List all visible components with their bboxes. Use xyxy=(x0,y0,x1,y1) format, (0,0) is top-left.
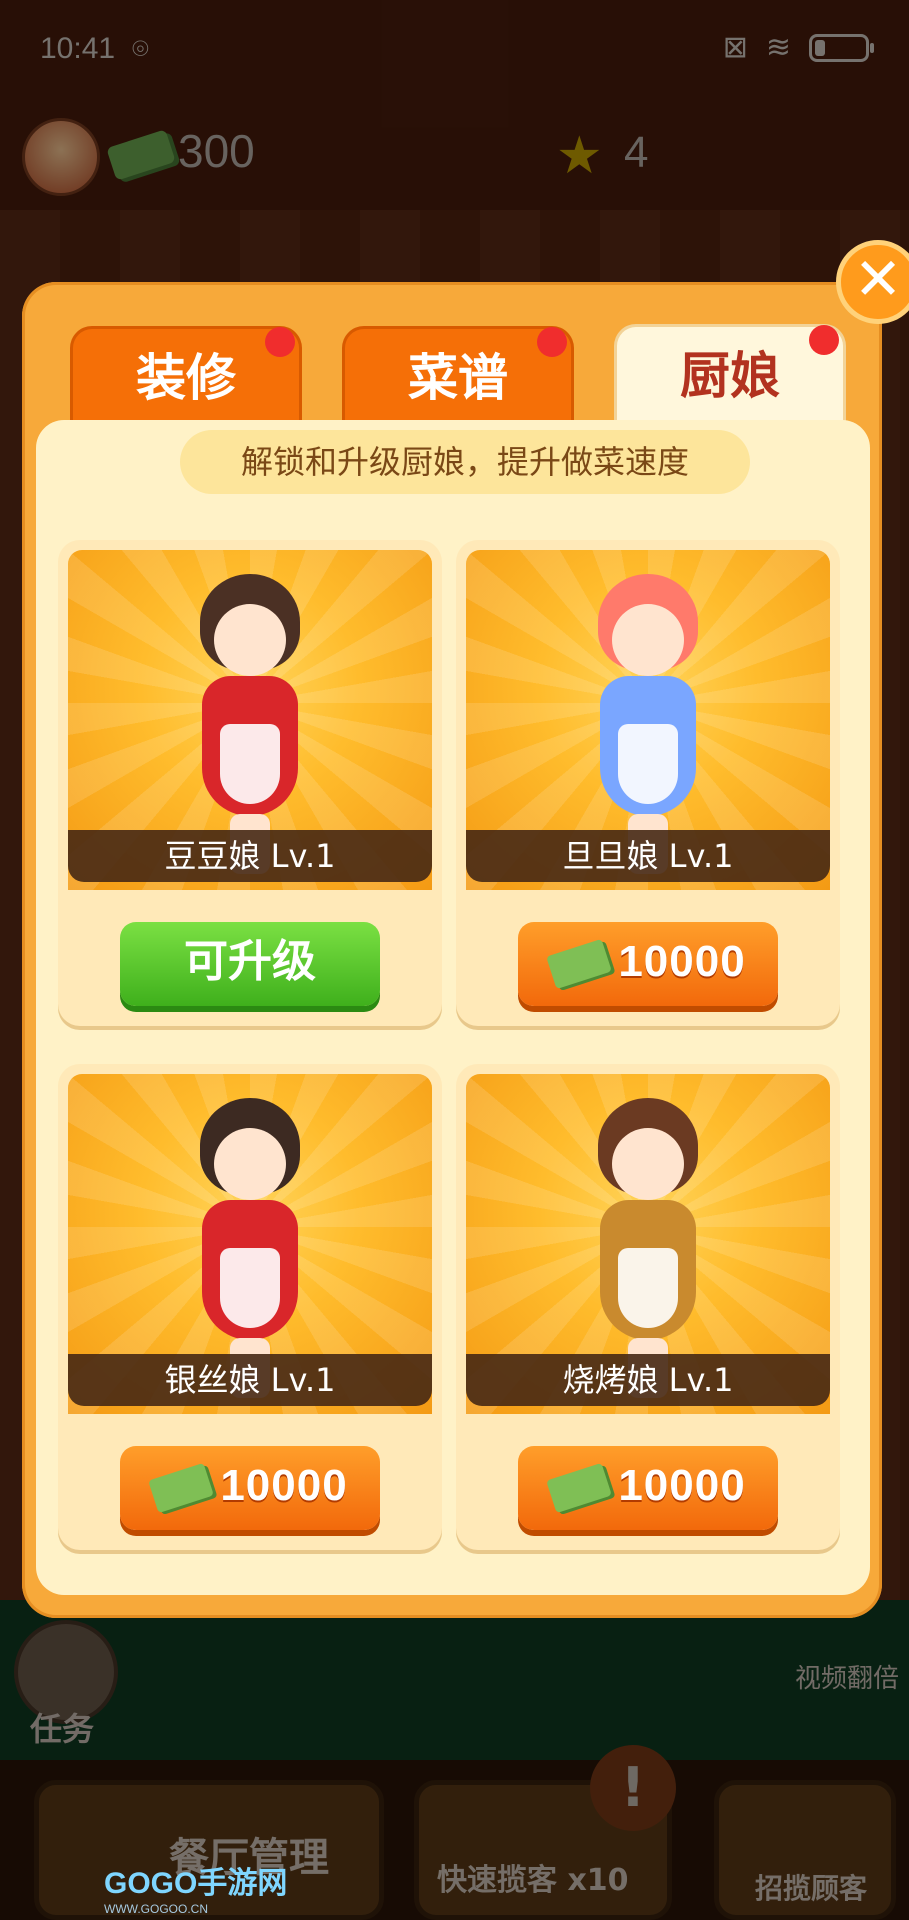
tab-decoration[interactable]: 装修 xyxy=(70,326,302,429)
watermark: GOGO手游网 WWW.GOGOO.CN xyxy=(104,1858,287,1916)
watermark-brand: GOGO手游网 xyxy=(104,1867,288,1900)
notification-dot xyxy=(809,325,839,355)
chef-apron xyxy=(220,724,280,804)
notification-dot xyxy=(265,327,295,357)
unlock-price: 10000 xyxy=(618,1461,746,1510)
unlock-button[interactable]: 10000 xyxy=(518,922,778,1006)
chef-face xyxy=(612,604,684,676)
chef-figure xyxy=(180,574,320,874)
chef-face xyxy=(214,604,286,676)
unlock-price: 10000 xyxy=(220,1461,348,1510)
unlock-button[interactable]: 10000 xyxy=(120,1446,380,1530)
chef-face xyxy=(214,1128,286,1200)
tab-label: 装修 xyxy=(136,349,236,407)
cash-icon xyxy=(148,1462,215,1514)
cash-icon xyxy=(546,938,613,990)
chef-figure xyxy=(578,1098,718,1398)
chef-apron xyxy=(618,724,678,804)
unlock-price: 10000 xyxy=(618,937,746,986)
chef-card-dandan: 旦旦娘 Lv.1 10000 xyxy=(456,540,840,1026)
chef-card-shaokao: 烧烤娘 Lv.1 10000 xyxy=(456,1064,840,1550)
chef-figure xyxy=(578,574,718,874)
tab-label: 厨娘 xyxy=(680,347,780,405)
chef-apron xyxy=(220,1248,280,1328)
watermark-url: WWW.GOGOO.CN xyxy=(104,1902,208,1916)
chef-name: 旦旦娘 Lv.1 xyxy=(466,830,830,882)
chef-card-doudou: 豆豆娘 Lv.1 可升级 xyxy=(58,540,442,1026)
chef-name: 豆豆娘 Lv.1 xyxy=(68,830,432,882)
chef-figure xyxy=(180,1098,320,1398)
notification-dot xyxy=(537,327,567,357)
tab-label: 菜谱 xyxy=(408,349,508,407)
chef-apron xyxy=(618,1248,678,1328)
hint-text: 解锁和升级厨娘，提升做菜速度 xyxy=(180,430,750,494)
chef-name: 烧烤娘 Lv.1 xyxy=(466,1354,830,1406)
upgrade-button[interactable]: 可升级 xyxy=(120,922,380,1006)
cash-icon xyxy=(546,1462,613,1514)
chef-name: 银丝娘 Lv.1 xyxy=(68,1354,432,1406)
chef-face xyxy=(612,1128,684,1200)
unlock-button[interactable]: 10000 xyxy=(518,1446,778,1530)
tab-recipes[interactable]: 菜谱 xyxy=(342,326,574,429)
chef-card-yinsi: 银丝娘 Lv.1 10000 xyxy=(58,1064,442,1550)
tab-chefs[interactable]: 厨娘 xyxy=(614,324,846,433)
